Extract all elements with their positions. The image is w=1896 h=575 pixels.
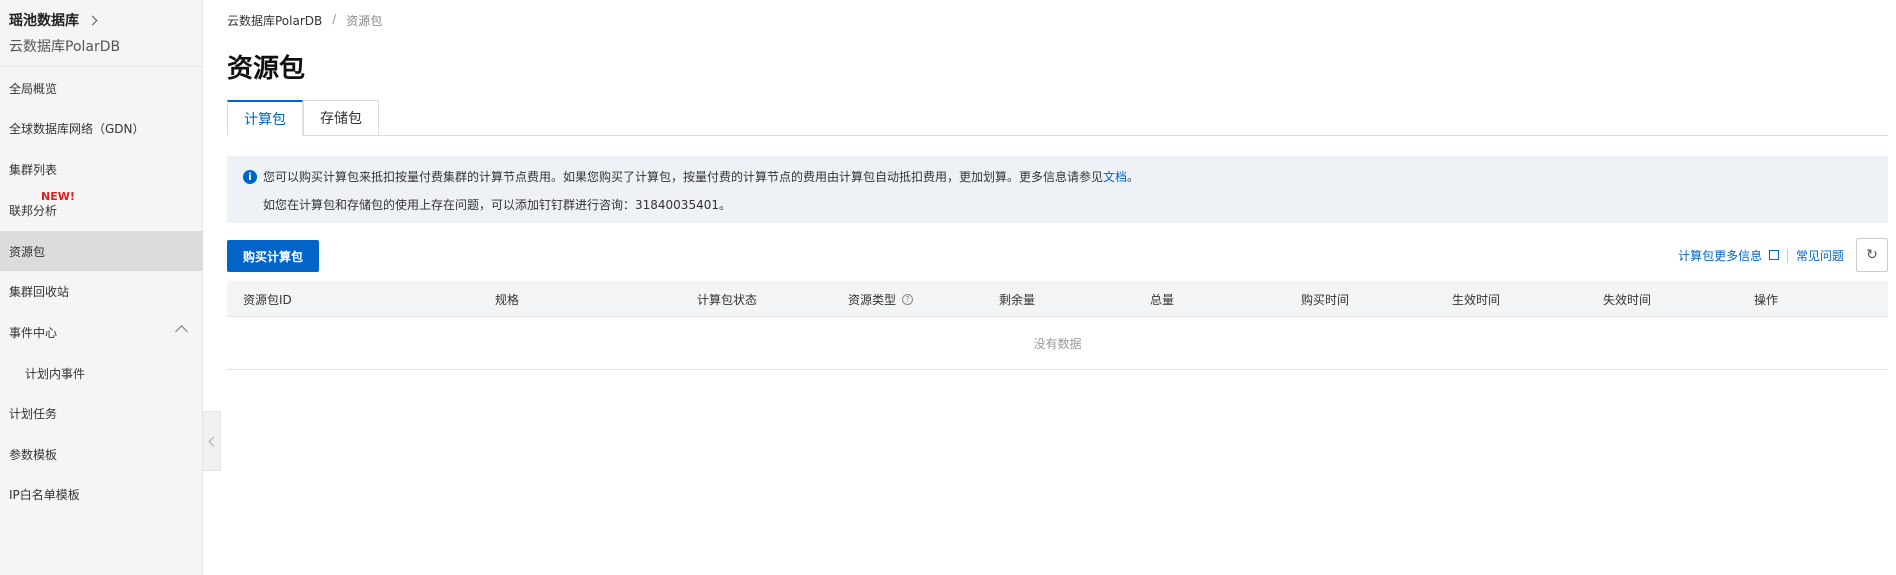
sidebar-item-label: 联邦分析 bbox=[9, 203, 58, 218]
sidebar-item-label: 全局概览 bbox=[9, 81, 58, 96]
column-header-resource-type: 资源类型? bbox=[848, 281, 914, 317]
resource-package-table: 资源包ID 规格 计算包状态 资源类型? 剩余量 总量 购买时间 生效时间 失效… bbox=[227, 281, 1888, 370]
sidebar-item-label: 集群列表 bbox=[9, 162, 58, 177]
sidebar-item-label: 事件中心 bbox=[9, 325, 58, 340]
sidebar-product-title[interactable]: 瑶池数据库 bbox=[9, 10, 193, 30]
column-label: 计算包状态 bbox=[697, 292, 758, 307]
sidebar-item-label: 计划任务 bbox=[9, 406, 58, 421]
column-label: 购买时间 bbox=[1301, 292, 1350, 307]
sidebar-title-text: 瑶池数据库 bbox=[9, 13, 79, 29]
notice-text: 您可以购买计算包来抵扣按量付费集群的计算节点费用。如果您购买了计算包，按量付费的… bbox=[263, 170, 1104, 184]
more-info-link[interactable]: 计算包更多信息 bbox=[1678, 247, 1779, 264]
refresh-button[interactable]: ↻ bbox=[1856, 238, 1888, 272]
tab-label: 计算包 bbox=[244, 111, 286, 128]
info-icon: i bbox=[243, 170, 257, 184]
sidebar-item-label: 资源包 bbox=[9, 244, 46, 259]
sidebar-item-label: 集群回收站 bbox=[9, 284, 70, 299]
column-header-purchase-time: 购买时间 bbox=[1301, 281, 1349, 317]
notice-line-2: 如您在计算包和存储包的使用上存在问题，可以添加钉钉群进行咨询：318400354… bbox=[263, 198, 731, 212]
link-divider bbox=[1786, 248, 1788, 263]
buy-compute-package-button[interactable]: 购买计算包 bbox=[227, 240, 319, 272]
column-label: 规格 bbox=[495, 292, 520, 307]
tab-bar: 计算包 存储包 bbox=[227, 100, 1888, 136]
notice-line-1: 您可以购买计算包来抵扣按量付费集群的计算节点费用。如果您购买了计算包，按量付费的… bbox=[263, 168, 1139, 185]
more-info-label: 计算包更多信息 bbox=[1678, 249, 1763, 263]
chevron-right-icon bbox=[87, 15, 98, 25]
breadcrumb-separator: / bbox=[332, 12, 337, 26]
sidebar-item-label: 全球数据库网络（GDN） bbox=[9, 121, 145, 136]
column-label: 操作 bbox=[1754, 292, 1779, 307]
new-badge: NEW! bbox=[41, 190, 75, 203]
column-label: 总量 bbox=[1150, 292, 1175, 307]
column-label: 资源包ID bbox=[243, 292, 292, 307]
breadcrumb: 云数据库PolarDB / 资源包 bbox=[227, 12, 382, 29]
column-header-status: 计算包状态 bbox=[697, 281, 757, 317]
sidebar-item-overview[interactable]: 全局概览 bbox=[0, 68, 203, 108]
tab-compute-package[interactable]: 计算包 bbox=[227, 100, 303, 136]
column-label: 失效时间 bbox=[1603, 292, 1652, 307]
sidebar-item-label: 参数模板 bbox=[9, 447, 58, 462]
column-header-effective-time: 生效时间 bbox=[1452, 281, 1500, 317]
sidebar: 瑶池数据库 云数据库PolarDB 全局概览 全球数据库网络（GDN） 集群列表… bbox=[0, 0, 203, 575]
breadcrumb-current: 资源包 bbox=[346, 14, 383, 28]
doc-link[interactable]: 文档 bbox=[1103, 170, 1127, 184]
sidebar-subtitle: 云数据库PolarDB bbox=[9, 39, 121, 55]
sidebar-item-planned-events[interactable]: 计划内事件 bbox=[0, 353, 203, 393]
breadcrumb-root-link[interactable]: 云数据库PolarDB bbox=[227, 12, 322, 29]
table-header: 资源包ID 规格 计算包状态 资源类型? 剩余量 总量 购买时间 生效时间 失效… bbox=[227, 281, 1888, 317]
sidebar-item-gdn[interactable]: 全球数据库网络（GDN） bbox=[0, 108, 203, 148]
sidebar-item-ip-whitelist-templates[interactable]: IP白名单模板 bbox=[0, 474, 203, 514]
external-link-icon bbox=[1768, 250, 1779, 260]
column-label: 剩余量 bbox=[999, 292, 1036, 307]
page-title: 资源包 bbox=[227, 54, 306, 84]
sidebar-item-event-center[interactable]: 事件中心 bbox=[0, 312, 203, 352]
sidebar-item-parameter-templates[interactable]: 参数模板 bbox=[0, 434, 203, 474]
sidebar-item-label: IP白名单模板 bbox=[9, 487, 80, 502]
tab-storage-package[interactable]: 存储包 bbox=[303, 100, 379, 136]
right-links: 计算包更多信息 常见问题 bbox=[1678, 247, 1844, 264]
column-header-id: 资源包ID bbox=[243, 281, 292, 317]
help-icon[interactable]: ? bbox=[902, 293, 914, 305]
notice-text: 。 bbox=[1127, 170, 1140, 184]
column-header-actions: 操作 bbox=[1754, 281, 1778, 317]
sidebar-item-resource-package[interactable]: 资源包 bbox=[0, 231, 203, 271]
empty-state-text: 没有数据 bbox=[1033, 336, 1082, 351]
column-label: 资源类型 bbox=[848, 292, 897, 307]
column-header-remaining: 剩余量 bbox=[999, 281, 1035, 317]
column-header-expire-time: 失效时间 bbox=[1603, 281, 1651, 317]
column-header-total: 总量 bbox=[1150, 281, 1174, 317]
column-header-spec: 规格 bbox=[495, 281, 519, 317]
info-notice: i 您可以购买计算包来抵扣按量付费集群的计算节点费用。如果您购买了计算包，按量付… bbox=[227, 156, 1888, 223]
sidebar-item-scheduled-tasks[interactable]: 计划任务 bbox=[0, 393, 203, 433]
sidebar-collapse-handle[interactable] bbox=[203, 411, 221, 471]
refresh-icon: ↻ bbox=[1866, 247, 1878, 263]
sidebar-item-federated-analysis[interactable]: 联邦分析 NEW! bbox=[0, 190, 203, 230]
column-label: 生效时间 bbox=[1452, 292, 1501, 307]
sidebar-item-label: 计划内事件 bbox=[25, 366, 86, 381]
sidebar-item-recycle-bin[interactable]: 集群回收站 bbox=[0, 271, 203, 311]
sidebar-item-clusters[interactable]: 集群列表 bbox=[0, 149, 203, 189]
tab-label: 存储包 bbox=[320, 111, 362, 127]
chevron-up-icon bbox=[175, 325, 188, 338]
faq-link[interactable]: 常见问题 bbox=[1796, 247, 1844, 264]
table-empty-row: 没有数据 bbox=[227, 317, 1888, 370]
sidebar-header: 瑶池数据库 云数据库PolarDB bbox=[0, 0, 202, 67]
chevron-left-icon bbox=[208, 436, 218, 446]
